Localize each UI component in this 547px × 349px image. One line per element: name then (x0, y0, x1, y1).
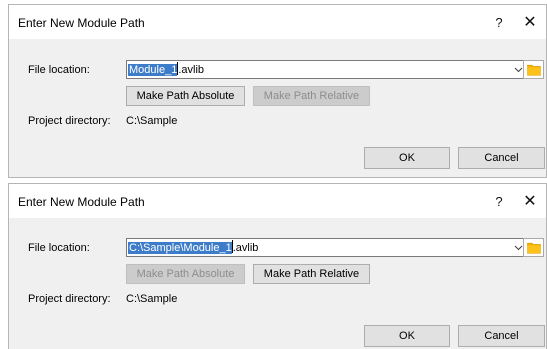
cancel-button[interactable]: Cancel (458, 325, 545, 347)
file-location-label: File location: (28, 64, 90, 76)
title-bar: Enter New Module Path ? ✕ (9, 5, 546, 39)
make-path-absolute-button[interactable]: Make Path Absolute (126, 86, 245, 106)
project-directory-label: Project directory: (28, 115, 111, 127)
project-directory-value: C:\Sample (126, 115, 178, 127)
help-icon[interactable]: ? (492, 15, 506, 31)
title-bar: Enter New Module Path ? ✕ (9, 184, 546, 218)
ok-button[interactable]: OK (364, 147, 450, 169)
selected-path-text: Module_1 (128, 64, 178, 76)
file-location-combobox[interactable]: Module_1.avlib (126, 60, 526, 79)
close-icon[interactable]: ✕ (520, 12, 540, 32)
folder-icon (527, 64, 541, 76)
chevron-down-icon[interactable] (514, 65, 523, 74)
make-path-absolute-button[interactable]: Make Path Absolute (126, 264, 245, 284)
chevron-down-icon[interactable] (514, 243, 523, 252)
make-path-relative-button[interactable]: Make Path Relative (253, 86, 370, 106)
path-extension-text: .avlib (232, 242, 259, 254)
module-path-dialog-relative: Enter New Module Path ? ✕ File location:… (8, 4, 547, 178)
close-icon[interactable]: ✕ (520, 191, 540, 211)
dialog-title: Enter New Module Path (18, 195, 145, 209)
project-directory-label: Project directory: (28, 293, 111, 305)
browse-folder-button[interactable] (523, 238, 544, 257)
make-path-relative-button[interactable]: Make Path Relative (253, 264, 370, 284)
folder-icon (527, 242, 541, 254)
project-directory-value: C:\Sample (126, 293, 178, 305)
file-location-value[interactable]: Module_1.avlib (128, 62, 204, 77)
file-location-value[interactable]: C:\Sample\Module_1.avlib (128, 240, 258, 255)
module-path-dialog-absolute: Enter New Module Path ? ✕ File location:… (8, 183, 547, 349)
ok-button[interactable]: OK (364, 325, 450, 347)
selected-path-text: C:\Sample\Module_1 (128, 242, 232, 254)
browse-folder-button[interactable] (523, 60, 544, 79)
help-icon[interactable]: ? (492, 194, 506, 210)
path-extension-text: .avlib (178, 64, 205, 76)
file-location-combobox[interactable]: C:\Sample\Module_1.avlib (126, 238, 526, 257)
cancel-button[interactable]: Cancel (458, 147, 545, 169)
dialog-title: Enter New Module Path (18, 16, 145, 30)
screenshot-stage: Enter New Module Path ? ✕ File location:… (0, 0, 547, 349)
file-location-label: File location: (28, 242, 90, 254)
